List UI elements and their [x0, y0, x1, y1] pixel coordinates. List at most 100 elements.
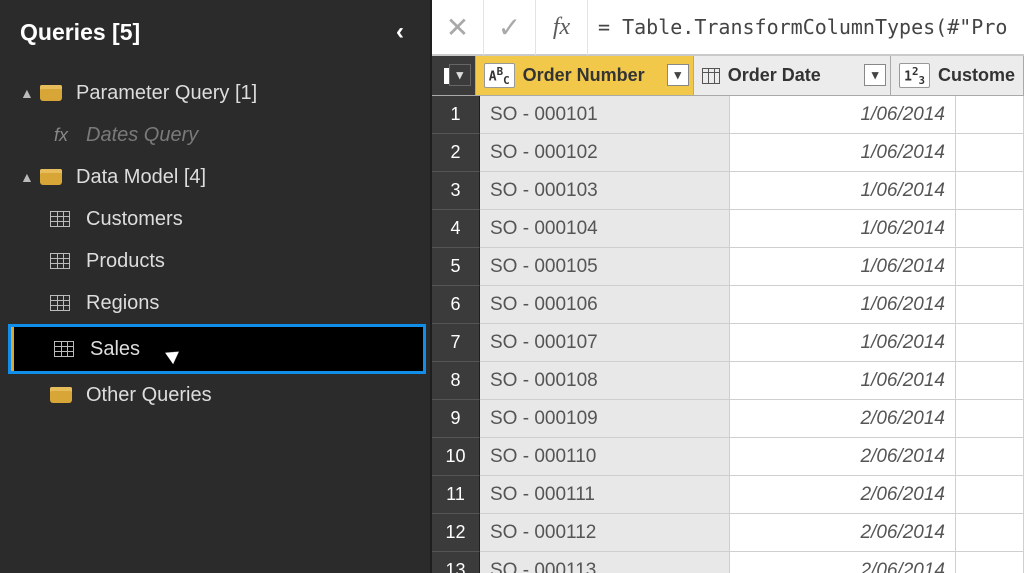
cell-order-date[interactable]: 1/06/2014: [730, 134, 956, 172]
queries-tree: ▲ Parameter Query [1] fx Dates Query ▲ D…: [0, 66, 430, 416]
fx-button[interactable]: fx: [536, 0, 588, 55]
cell-customer[interactable]: [956, 476, 1024, 514]
cell-customer[interactable]: [956, 514, 1024, 552]
table-row[interactable]: 2SO - 0001021/06/2014: [432, 134, 1024, 172]
cell-order-date[interactable]: 2/06/2014: [730, 438, 956, 476]
column-header-order-number[interactable]: ABC Order Number ▾: [476, 56, 694, 96]
cell-customer[interactable]: [956, 286, 1024, 324]
row-number-cell[interactable]: 13: [432, 552, 480, 573]
row-number-cell[interactable]: 7: [432, 324, 480, 362]
column-label: Order Date: [728, 65, 821, 86]
row-number-cell[interactable]: 10: [432, 438, 480, 476]
cell-order-date[interactable]: 2/06/2014: [730, 552, 956, 573]
cell-order-number[interactable]: SO - 000110: [480, 438, 730, 476]
row-number-cell[interactable]: 5: [432, 248, 480, 286]
caret-down-icon: ▲: [20, 85, 36, 101]
cell-order-date[interactable]: 1/06/2014: [730, 362, 956, 400]
cell-order-date[interactable]: 2/06/2014: [730, 476, 956, 514]
row-number-cell[interactable]: 8: [432, 362, 480, 400]
table-row[interactable]: 4SO - 0001041/06/2014: [432, 210, 1024, 248]
table-row[interactable]: 11SO - 0001112/06/2014: [432, 476, 1024, 514]
cell-customer[interactable]: [956, 362, 1024, 400]
table-row[interactable]: 12SO - 0001122/06/2014: [432, 514, 1024, 552]
row-number-cell[interactable]: 3: [432, 172, 480, 210]
query-label: Customers: [86, 208, 183, 231]
cell-order-number[interactable]: SO - 000105: [480, 248, 730, 286]
row-number-cell[interactable]: 1: [432, 96, 480, 134]
cell-customer[interactable]: [956, 438, 1024, 476]
query-products[interactable]: Products: [0, 240, 430, 282]
table-icon: [50, 295, 70, 311]
cell-order-number[interactable]: SO - 000111: [480, 476, 730, 514]
queries-pane: Queries [5] ‹ ▲ Parameter Query [1] fx D…: [0, 0, 432, 573]
cell-order-date[interactable]: 1/06/2014: [730, 248, 956, 286]
cell-order-date[interactable]: 1/06/2014: [730, 286, 956, 324]
table-row[interactable]: 10SO - 0001102/06/2014: [432, 438, 1024, 476]
dropdown-icon[interactable]: ▾: [864, 64, 886, 86]
cell-order-number[interactable]: SO - 000101: [480, 96, 730, 134]
cell-order-number[interactable]: SO - 000109: [480, 400, 730, 438]
cell-customer[interactable]: [956, 96, 1024, 134]
query-sales[interactable]: Sales: [10, 326, 424, 372]
grid-body: 1SO - 0001011/06/20142SO - 0001021/06/20…: [432, 96, 1024, 573]
collapse-pane-button[interactable]: ‹: [390, 18, 410, 46]
dropdown-icon[interactable]: ▾: [667, 64, 689, 86]
table-row[interactable]: 3SO - 0001031/06/2014: [432, 172, 1024, 210]
cell-customer[interactable]: [956, 400, 1024, 438]
column-header-customer[interactable]: 123 Custome: [891, 56, 1024, 96]
row-number-cell[interactable]: 4: [432, 210, 480, 248]
dropdown-icon[interactable]: ▾: [449, 64, 471, 86]
cell-order-number[interactable]: SO - 000106: [480, 286, 730, 324]
query-dates-query[interactable]: fx Dates Query: [0, 114, 430, 156]
cell-customer[interactable]: [956, 172, 1024, 210]
cancel-formula-button[interactable]: ✕: [432, 0, 484, 55]
cell-customer[interactable]: [956, 552, 1024, 573]
cell-customer[interactable]: [956, 134, 1024, 172]
cell-order-date[interactable]: 1/06/2014: [730, 96, 956, 134]
table-row[interactable]: 7SO - 0001071/06/2014: [432, 324, 1024, 362]
cell-order-number[interactable]: SO - 000104: [480, 210, 730, 248]
folder-other-queries[interactable]: Other Queries: [0, 374, 430, 416]
cell-order-number[interactable]: SO - 000107: [480, 324, 730, 362]
folder-label: Parameter Query [1]: [76, 82, 257, 105]
folder-parameter-query[interactable]: ▲ Parameter Query [1]: [0, 72, 430, 114]
folder-data-model[interactable]: ▲ Data Model [4]: [0, 156, 430, 198]
cell-order-date[interactable]: 2/06/2014: [730, 400, 956, 438]
formula-bar: ✕ ✓ fx = Table.TransformColumnTypes(#"Pr…: [432, 0, 1024, 56]
row-number-cell[interactable]: 11: [432, 476, 480, 514]
cell-order-date[interactable]: 1/06/2014: [730, 172, 956, 210]
row-number-cell[interactable]: 2: [432, 134, 480, 172]
query-customers[interactable]: Customers: [0, 198, 430, 240]
cell-order-number[interactable]: SO - 000108: [480, 362, 730, 400]
cell-order-date[interactable]: 2/06/2014: [730, 514, 956, 552]
folder-icon: [40, 169, 62, 185]
column-label: Custome: [938, 65, 1015, 86]
row-number-cell[interactable]: 6: [432, 286, 480, 324]
formula-input[interactable]: = Table.TransformColumnTypes(#"Pro: [588, 15, 1024, 39]
row-number-cell[interactable]: 9: [432, 400, 480, 438]
cell-order-date[interactable]: 1/06/2014: [730, 324, 956, 362]
query-regions[interactable]: Regions: [0, 282, 430, 324]
table-row[interactable]: 1SO - 0001011/06/2014: [432, 96, 1024, 134]
table-row[interactable]: 8SO - 0001081/06/2014: [432, 362, 1024, 400]
column-header-order-date[interactable]: Order Date ▾: [694, 56, 891, 96]
fx-icon: fx: [50, 125, 72, 146]
cell-customer[interactable]: [956, 324, 1024, 362]
number-type-icon: 123: [899, 63, 930, 89]
cell-order-number[interactable]: SO - 000103: [480, 172, 730, 210]
cell-order-number[interactable]: SO - 000113: [480, 552, 730, 573]
table-row[interactable]: 9SO - 0001092/06/2014: [432, 400, 1024, 438]
table-row[interactable]: 6SO - 0001061/06/2014: [432, 286, 1024, 324]
table-row[interactable]: 13SO - 0001132/06/2014: [432, 552, 1024, 573]
accept-formula-button[interactable]: ✓: [484, 0, 536, 55]
cell-customer[interactable]: [956, 248, 1024, 286]
table-row[interactable]: 5SO - 0001051/06/2014: [432, 248, 1024, 286]
query-label: Dates Query: [86, 124, 198, 147]
cell-order-number[interactable]: SO - 000112: [480, 514, 730, 552]
row-number-cell[interactable]: 12: [432, 514, 480, 552]
cell-customer[interactable]: [956, 210, 1024, 248]
cell-order-number[interactable]: SO - 000102: [480, 134, 730, 172]
cell-order-date[interactable]: 1/06/2014: [730, 210, 956, 248]
folder-label: Data Model [4]: [76, 166, 206, 189]
row-header-corner[interactable]: ▾: [432, 56, 476, 96]
